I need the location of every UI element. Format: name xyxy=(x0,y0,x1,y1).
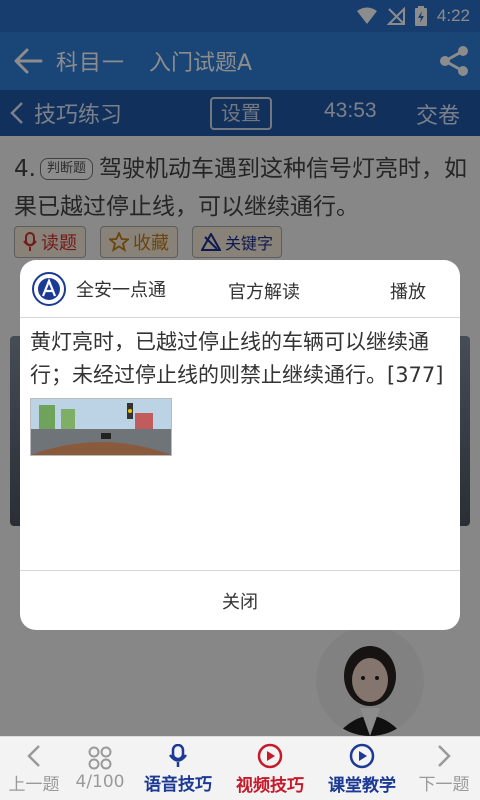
prev-question-label: 上一题 xyxy=(8,774,60,795)
video-tips-button[interactable]: 视频技巧 xyxy=(230,737,310,800)
dialog-brand: 全安一点通 xyxy=(76,279,166,301)
chevron-left-icon xyxy=(27,744,40,767)
app-logo-icon xyxy=(32,271,66,306)
dialog-header: 全安一点通 官方解读 播放 xyxy=(20,260,460,318)
close-label: 关闭 xyxy=(222,591,258,613)
microphone-icon xyxy=(168,743,188,767)
grid-icon xyxy=(88,746,112,770)
question-grid-button[interactable]: 4/100 xyxy=(72,737,128,800)
video-tips-label: 视频技巧 xyxy=(236,775,304,796)
classroom-label: 课堂教学 xyxy=(328,775,396,796)
explanation-image xyxy=(30,398,172,456)
play-circle-icon xyxy=(349,743,375,768)
official-explanation-tab[interactable]: 官方解读 xyxy=(228,278,300,304)
voice-tips-label: 语音技巧 xyxy=(144,774,212,795)
prev-question-button[interactable]: 上一题 xyxy=(6,737,62,800)
classroom-button[interactable]: 课堂教学 xyxy=(322,737,402,800)
road-scene-icon xyxy=(31,399,171,455)
next-question-button[interactable]: 下一题 xyxy=(414,737,474,800)
chevron-right-icon xyxy=(438,744,451,767)
play-button[interactable]: 播放 xyxy=(390,278,426,304)
explanation-dialog: 全安一点通 官方解读 播放 黄灯亮时，已越过停止线的车辆可以继续通行；未经过停止… xyxy=(20,260,460,630)
play-circle-icon xyxy=(257,743,283,768)
next-question-label: 下一题 xyxy=(418,774,470,795)
explanation-text: 黄灯亮时，已越过停止线的车辆可以继续通行；未经过停止线的则禁止继续通行。[377… xyxy=(30,330,444,387)
bottom-nav: 上一题 4/100 语音技巧 视频技巧 课堂教学 下一题 xyxy=(0,736,480,800)
close-button[interactable]: 关闭 xyxy=(20,570,460,630)
progress-label: 4/100 xyxy=(75,772,125,792)
dialog-body: 黄灯亮时，已越过停止线的车辆可以继续通行；未经过停止线的则禁止继续通行。[377… xyxy=(20,318,460,456)
voice-tips-button[interactable]: 语音技巧 xyxy=(138,737,218,800)
